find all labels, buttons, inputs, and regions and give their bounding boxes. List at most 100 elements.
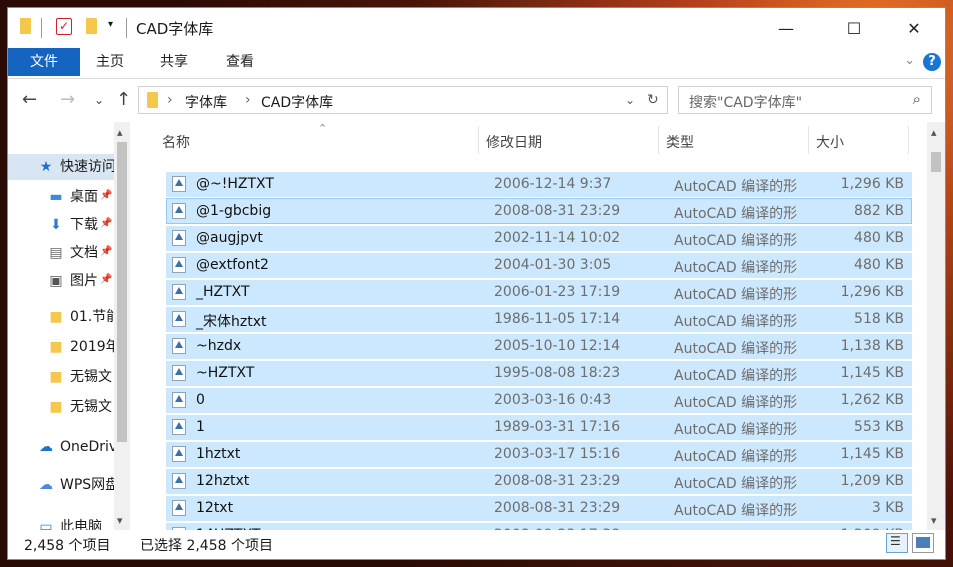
tab-share[interactable]: 共享 (152, 48, 196, 76)
file-type: AutoCAD 编译的形 (674, 476, 798, 492)
column-divider[interactable] (908, 126, 909, 154)
scrollbar-thumb[interactable] (117, 142, 127, 442)
sidebar-item-folder[interactable]: ■ 无锡文 (8, 364, 116, 390)
search-icon[interactable]: ⌕ (913, 90, 921, 108)
close-button[interactable]: ✕ (891, 8, 937, 48)
scroll-up-icon[interactable]: ▴ (117, 126, 123, 139)
help-icon[interactable]: ? (923, 53, 941, 71)
file-size: 882 KB (854, 203, 904, 219)
file-size: 480 KB (854, 230, 904, 246)
file-name: _HZTXT (196, 284, 250, 300)
maximize-button[interactable]: ☐ (831, 8, 877, 48)
sidebar-item-folder[interactable]: ■ 无锡文 (8, 394, 116, 420)
shx-file-icon (172, 392, 186, 408)
search-placeholder: 搜索"CAD字体库" (689, 95, 803, 111)
column-name[interactable]: 名称 (162, 132, 190, 152)
file-row[interactable]: _宋体hztxt 1986-11-05 17:14 AutoCAD 编译的形 518 … (166, 306, 912, 332)
search-box[interactable]: 搜索"CAD字体库" ⌕ (678, 86, 932, 114)
file-list-scrollbar[interactable]: ▴ ▾ (927, 122, 945, 530)
file-row[interactable]: 1 1989-03-31 17:16 AutoCAD 编译的形 553 KB (166, 414, 912, 440)
explorer-window: ✓ ▾ CAD字体库 — ☐ ✕ 文件 主页 共享 查看 ⌄ ? ← → ⌄ ↑… (8, 8, 945, 559)
shx-file-icon (172, 419, 186, 435)
chevron-down-icon[interactable]: ⌄ (904, 53, 915, 68)
tab-view[interactable]: 查看 (218, 48, 262, 76)
forward-icon[interactable]: → (60, 89, 75, 110)
shx-file-icon (172, 446, 186, 462)
file-row[interactable]: 12txt 2008-08-31 23:29 AutoCAD 编译的形 3 KB (166, 495, 912, 521)
file-row[interactable]: @extfont2 2004-01-30 3:05 AutoCAD 编译的形 480 … (166, 252, 912, 278)
file-row[interactable]: 0 2003-03-16 0:43 AutoCAD 编译的形 1,262 KB (166, 387, 912, 413)
breadcrumb-item[interactable]: 字体库 (185, 92, 227, 112)
file-type: AutoCAD 编译的形 (674, 449, 798, 465)
sidebar-item-folder[interactable]: ■ 01.节能 (8, 304, 116, 330)
file-row[interactable]: @~!HZTXT 2006-12-14 9:37 AutoCAD 编译的形 1,296… (166, 171, 912, 197)
chevron-down-icon[interactable]: ⌄ (625, 93, 635, 107)
file-list: ⌃ 名称 修改日期 类型 大小 @~!HZTXT 2006-12-14 9:37 A… (130, 122, 927, 530)
file-date: 1986-11-05 17:14 (494, 311, 621, 327)
file-date: 1995-08-08 18:23 (494, 365, 621, 381)
computer-icon: ▭ (39, 519, 53, 530)
details-view-icon: ☰ (890, 534, 901, 548)
file-row[interactable]: 1hztxt 2003-03-17 15:16 AutoCAD 编译的形 1,145 … (166, 441, 912, 467)
breadcrumb-item[interactable]: CAD字体库 (261, 92, 333, 112)
details-view-button[interactable]: ☰ (886, 533, 908, 553)
sidebar-item-folder[interactable]: ■ 2019年 (8, 334, 116, 360)
sidebar-item-wps-cloud[interactable]: ☁ WPS网盘 (8, 472, 116, 498)
file-date: 2005-10-10 12:14 (494, 338, 621, 354)
file-size: 1,296 KB (840, 284, 904, 300)
file-date: 2003-03-16 0:43 (494, 392, 612, 408)
column-divider[interactable] (808, 126, 809, 154)
shx-file-icon (172, 500, 186, 516)
wps-cloud-icon: ☁ (39, 477, 53, 493)
file-row[interactable]: 12hztxt 2008-08-31 23:29 AutoCAD 编译的形 1,209… (166, 468, 912, 494)
file-row[interactable]: ~hzdx 2005-10-10 12:14 AutoCAD 编译的形 1,138 K… (166, 333, 912, 359)
column-divider[interactable] (478, 126, 479, 154)
pin-icon: 📌 (100, 246, 113, 257)
back-icon[interactable]: ← (22, 89, 37, 110)
column-type[interactable]: 类型 (666, 132, 694, 152)
new-folder-icon[interactable] (86, 18, 97, 34)
star-icon: ★ (39, 159, 53, 175)
file-row[interactable]: 14HZTXT2008-09-23 17:38AutoCAD 编译的形1,209… (166, 522, 912, 530)
up-icon[interactable]: ↑ (116, 89, 131, 110)
title-bar: ✓ ▾ CAD字体库 — ☐ ✕ (8, 8, 945, 48)
file-row[interactable]: @1-gbcbig 2008-08-31 23:29 AutoCAD 编译的形 882… (166, 198, 912, 224)
file-name: 0 (196, 392, 205, 408)
address-bar[interactable]: › 字体库 › CAD字体库 ⌄ ↻ (138, 86, 668, 114)
scroll-up-icon[interactable]: ▴ (931, 126, 937, 139)
tab-home[interactable]: 主页 (88, 48, 132, 76)
file-row[interactable]: @augjpvt 2002-11-14 10:02 AutoCAD 编译的形 480 … (166, 225, 912, 251)
large-icons-view-icon (916, 537, 930, 548)
folder-icon: ■ (49, 399, 63, 415)
column-date[interactable]: 修改日期 (486, 132, 542, 152)
file-date: 2003-03-17 15:16 (494, 446, 621, 462)
file-row[interactable]: ~HZTXT 1995-08-08 18:23 AutoCAD 编译的形 1,145 … (166, 360, 912, 386)
folder-icon (20, 18, 31, 34)
shx-file-icon (172, 473, 186, 489)
column-size[interactable]: 大小 (816, 132, 844, 152)
shx-file-icon (172, 257, 186, 273)
sort-ascending-icon: ⌃ (318, 122, 328, 135)
item-count: 2,458 个项目 (24, 538, 111, 554)
file-date: 2008-08-31 23:29 (494, 203, 621, 219)
cloud-icon: ☁ (39, 439, 53, 455)
column-divider[interactable] (658, 126, 659, 154)
scroll-down-icon[interactable]: ▾ (931, 514, 937, 527)
file-name: ~hzdx (196, 338, 242, 354)
recent-locations-icon[interactable]: ⌄ (94, 93, 104, 107)
sidebar-item-quick-access[interactable]: ★ 快速访问 (8, 154, 116, 180)
file-row[interactable]: _HZTXT 2006-01-23 17:19 AutoCAD 编译的形 1,296 … (166, 279, 912, 305)
scrollbar-thumb[interactable] (931, 152, 941, 172)
refresh-icon[interactable]: ↻ (647, 92, 659, 108)
status-bar: 2,458 个项目 已选择 2,458 个项目 ☰ (8, 530, 945, 559)
sidebar-scrollbar[interactable]: ▴ ▾ (114, 122, 130, 530)
tab-file[interactable]: 文件 (8, 48, 80, 76)
scroll-down-icon[interactable]: ▾ (117, 514, 123, 527)
minimize-button[interactable]: — (763, 8, 809, 48)
sidebar-item-onedrive[interactable]: ☁OneDrive (8, 434, 116, 460)
large-icons-view-button[interactable] (912, 533, 934, 553)
properties-icon[interactable]: ✓ (56, 18, 72, 35)
file-type: AutoCAD 编译的形 (674, 341, 798, 357)
customize-toolbar-icon[interactable]: ▾ (108, 19, 113, 30)
sidebar-item-this-pc[interactable]: ▭ 此电脑 (8, 514, 116, 530)
